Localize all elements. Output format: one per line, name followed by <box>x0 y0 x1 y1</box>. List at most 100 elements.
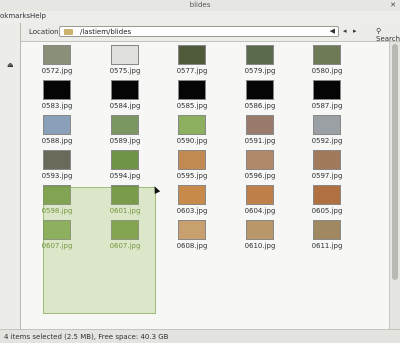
file-name: 0597.jpg <box>311 172 343 180</box>
image-thumbnail <box>178 115 206 135</box>
file-name: 0580.jpg <box>311 67 343 75</box>
image-thumbnail <box>111 150 139 170</box>
file-name: 0604.jpg <box>244 207 276 215</box>
scrollbar-thumb[interactable] <box>392 44 398 280</box>
file-grid: 0572.jpg 0575.jpg 0577.jpg 0579.jpg 0580.jpg… <box>21 42 389 329</box>
image-thumbnail <box>246 115 274 135</box>
image-thumbnail <box>313 220 341 240</box>
file-name: 0588.jpg <box>41 137 73 145</box>
file-item[interactable]: 0593.jpg <box>34 150 80 180</box>
file-name: 0591.jpg <box>244 137 276 145</box>
file-name: 0610.jpg <box>244 242 276 250</box>
file-item[interactable]: 0588.jpg <box>34 115 80 145</box>
file-item[interactable]: 0595.jpg <box>169 150 215 180</box>
image-thumbnail <box>313 45 341 65</box>
file-item[interactable]: 0587.jpg <box>304 80 350 110</box>
eject-icon[interactable]: ⏏ <box>7 61 14 69</box>
location-toolbar: Location: /lastiem/blides ◀ ◂ ▸ ⚲ Search <box>21 23 400 43</box>
file-item[interactable]: 0594.jpg <box>102 150 148 180</box>
file-name: 0596.jpg <box>244 172 276 180</box>
image-thumbnail <box>43 115 71 135</box>
file-item[interactable]: 0589.jpg <box>102 115 148 145</box>
file-item[interactable]: 0604.jpg <box>237 185 283 215</box>
folder-icon <box>64 29 73 35</box>
file-name: 0575.jpg <box>109 67 141 75</box>
status-bar: 4 items selected (2.5 MB), Free space: 4… <box>0 329 400 343</box>
file-name: 0584.jpg <box>109 102 141 110</box>
image-thumbnail <box>178 150 206 170</box>
image-thumbnail <box>111 45 139 65</box>
image-thumbnail <box>246 185 274 205</box>
location-label: Location: <box>29 28 61 36</box>
file-name: 0589.jpg <box>109 137 141 145</box>
file-name: 0587.jpg <box>311 102 343 110</box>
file-item[interactable]: 0579.jpg <box>237 45 283 75</box>
file-item[interactable]: 0605.jpg <box>304 185 350 215</box>
file-item[interactable]: 0575.jpg <box>102 45 148 75</box>
file-item[interactable]: 0590.jpg <box>169 115 215 145</box>
file-name: 0592.jpg <box>311 137 343 145</box>
image-thumbnail <box>178 220 206 240</box>
search-icon: ⚲ <box>376 27 382 35</box>
image-thumbnail <box>246 45 274 65</box>
forward-icon[interactable]: ▸ <box>353 27 357 35</box>
file-name: 0593.jpg <box>41 172 73 180</box>
image-thumbnail <box>111 115 139 135</box>
back-icon[interactable]: ◂ <box>343 27 347 35</box>
file-name: 0583.jpg <box>41 102 73 110</box>
file-item[interactable]: 0583.jpg <box>34 80 80 110</box>
location-value: /lastiem/blides <box>80 28 132 36</box>
file-name: 0590.jpg <box>176 137 208 145</box>
rubber-band-selection <box>43 187 156 314</box>
file-name: 0572.jpg <box>41 67 73 75</box>
image-thumbnail <box>313 185 341 205</box>
file-name: 0603.jpg <box>176 207 208 215</box>
file-item[interactable]: 0586.jpg <box>237 80 283 110</box>
status-text: 4 items selected (2.5 MB), Free space: 4… <box>4 333 169 341</box>
file-name: 0586.jpg <box>244 102 276 110</box>
file-item[interactable]: 0611.jpg <box>304 220 350 250</box>
image-thumbnail <box>178 185 206 205</box>
file-item[interactable]: 0608.jpg <box>169 220 215 250</box>
vertical-scrollbar[interactable] <box>389 42 400 329</box>
clear-icon[interactable]: ◀ <box>330 27 335 35</box>
file-item[interactable]: 0603.jpg <box>169 185 215 215</box>
image-thumbnail <box>43 150 71 170</box>
file-name: 0595.jpg <box>176 172 208 180</box>
image-thumbnail <box>313 115 341 135</box>
menu-bar: okmarks Help <box>0 11 400 23</box>
file-item[interactable]: 0591.jpg <box>237 115 283 145</box>
image-thumbnail <box>313 150 341 170</box>
file-name: 0579.jpg <box>244 67 276 75</box>
file-item[interactable]: 0577.jpg <box>169 45 215 75</box>
file-name: 0605.jpg <box>311 207 343 215</box>
file-item[interactable]: 0585.jpg <box>169 80 215 110</box>
file-item[interactable]: 0580.jpg <box>304 45 350 75</box>
image-thumbnail <box>178 45 206 65</box>
image-thumbnail <box>246 80 274 100</box>
menu-bookmarks[interactable]: okmarks <box>0 12 30 20</box>
image-thumbnail <box>178 80 206 100</box>
file-item[interactable]: 0592.jpg <box>304 115 350 145</box>
file-item[interactable]: 0584.jpg <box>102 80 148 110</box>
menu-help[interactable]: Help <box>30 12 46 20</box>
image-thumbnail <box>111 80 139 100</box>
file-item[interactable]: 0597.jpg <box>304 150 350 180</box>
file-name: 0594.jpg <box>109 172 141 180</box>
file-item[interactable]: 0596.jpg <box>237 150 283 180</box>
window-title: blides <box>189 1 211 9</box>
file-name: 0608.jpg <box>176 242 208 250</box>
location-input[interactable]: /lastiem/blides ◀ <box>59 26 339 37</box>
file-name: 0585.jpg <box>176 102 208 110</box>
image-thumbnail <box>43 45 71 65</box>
close-icon[interactable]: ✕ <box>390 1 396 9</box>
image-thumbnail <box>43 80 71 100</box>
file-item[interactable]: 0572.jpg <box>34 45 80 75</box>
file-name: 0577.jpg <box>176 67 208 75</box>
window-controls: ✕ <box>390 1 396 9</box>
image-thumbnail <box>313 80 341 100</box>
file-item[interactable]: 0610.jpg <box>237 220 283 250</box>
image-thumbnail <box>246 150 274 170</box>
side-pane: ⏏ <box>0 23 21 329</box>
search-button[interactable]: ⚲ Search <box>376 27 400 43</box>
